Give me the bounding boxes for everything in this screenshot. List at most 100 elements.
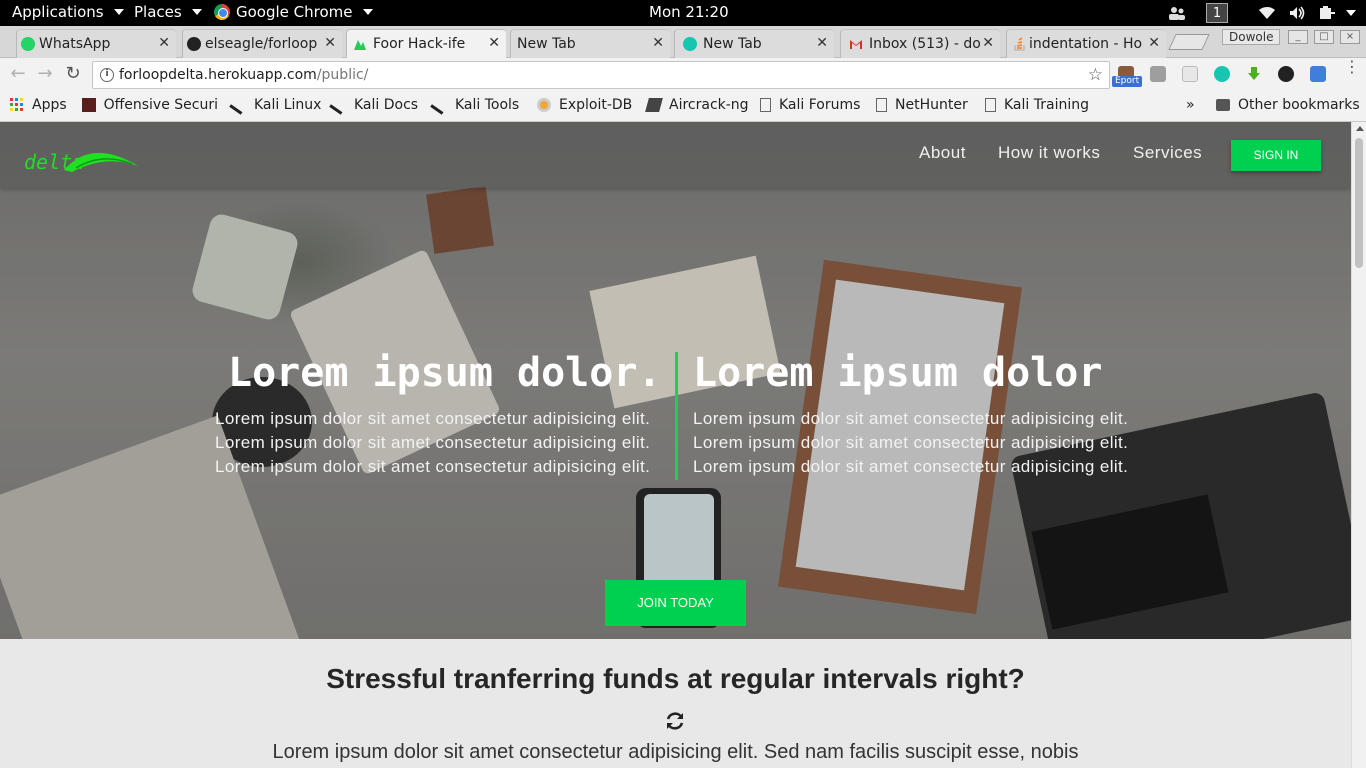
chrome-logo-icon — [214, 4, 230, 20]
bookmark-kali-tools[interactable]: Kali Tools — [430, 95, 520, 115]
sign-in-button[interactable]: SIGN IN — [1231, 140, 1321, 171]
extension-badge: Eport — [1112, 76, 1143, 87]
page-scrollbar[interactable] — [1351, 122, 1366, 768]
bookmark-offensive-security[interactable]: Offensive Securi — [82, 97, 218, 113]
bookmark-label: Other bookmarks — [1238, 97, 1360, 113]
extension-note-icon[interactable] — [1182, 66, 1198, 82]
bookmark-kali-training[interactable]: Kali Training — [985, 97, 1089, 113]
tab-label: Foor Hack-ife — [373, 36, 466, 52]
bookmark-nethunter[interactable]: NetHunter — [876, 97, 968, 113]
volume-icon[interactable] — [1288, 5, 1306, 21]
bookmark-aircrack[interactable]: Aircrack-ng — [645, 97, 749, 113]
reload-icon[interactable]: ↻ — [63, 64, 83, 84]
bookmarks-overflow-button[interactable]: » — [1186, 97, 1195, 113]
chevron-down-icon — [191, 9, 202, 15]
leaf-logo-icon[interactable] — [62, 144, 140, 174]
app-menu-label: Google Chrome — [236, 3, 353, 21]
wifi-icon[interactable] — [1258, 5, 1276, 21]
chevron-down-icon — [362, 9, 373, 15]
close-icon[interactable]: ✕ — [652, 35, 664, 51]
bookmark-label: Offensive Securi — [103, 97, 218, 113]
close-window-button[interactable]: × — [1340, 30, 1360, 44]
scroll-up-arrow-icon[interactable] — [1356, 126, 1364, 131]
gmail-icon — [850, 40, 862, 49]
tab-new-tab-1[interactable]: New Tab ✕ — [510, 29, 670, 58]
applications-menu[interactable]: Applications — [12, 3, 124, 21]
new-tab-button[interactable] — [1168, 34, 1210, 50]
bookmark-label: Kali Tools — [455, 97, 520, 113]
bookmark-label: Kali Forums — [779, 97, 861, 113]
tab-strip: WhatsApp ✕ elseagle/forloop ✕ Foor Hack-… — [0, 26, 1366, 58]
tab-whatsapp[interactable]: WhatsApp ✕ — [16, 29, 176, 58]
tab-label: Inbox (513) - do — [869, 36, 981, 52]
star-icon[interactable]: ☆ — [1088, 65, 1103, 85]
chevron-down-icon[interactable] — [1346, 10, 1356, 16]
close-icon[interactable]: ✕ — [1148, 35, 1160, 51]
applications-label: Applications — [12, 3, 104, 21]
hero-right-line-2: Lorem ipsum dolor sit amet consectetur a… — [693, 433, 1129, 452]
bookmark-kali-forums[interactable]: Kali Forums — [760, 97, 860, 113]
hero-left-line-3: Lorem ipsum dolor sit amet consectetur a… — [215, 457, 651, 476]
join-today-button[interactable]: JOIN TODAY — [605, 580, 746, 626]
hero-left-heading: Lorem ipsum dolor. — [228, 350, 662, 396]
hero-right-line-1: Lorem ipsum dolor sit amet consectetur a… — [693, 409, 1129, 428]
workspace-indicator[interactable]: 1 — [1206, 3, 1228, 23]
extension-gray-icon[interactable] — [1150, 66, 1166, 82]
close-icon[interactable]: ✕ — [488, 35, 500, 51]
extension-devtools-icon[interactable] — [1310, 66, 1326, 82]
chrome-menu-icon[interactable]: ⋮ — [1344, 59, 1360, 75]
places-menu[interactable]: Places — [134, 3, 202, 21]
sync-icon — [666, 712, 684, 730]
bookmark-exploit-db[interactable]: Exploit-DB — [537, 97, 632, 113]
folder-icon — [1216, 99, 1230, 111]
nav-about[interactable]: About — [919, 143, 966, 163]
nav-how-it-works[interactable]: How it works — [998, 143, 1100, 163]
hero-right-line-3: Lorem ipsum dolor sit amet consectetur a… — [693, 457, 1129, 476]
close-icon[interactable]: ✕ — [982, 35, 994, 51]
tab-label: New Tab — [703, 36, 762, 52]
back-arrow-icon[interactable]: ← — [8, 64, 28, 84]
page-icon — [760, 98, 771, 112]
address-bar[interactable]: i forloopdelta.herokuapp.com/public/ ☆ — [92, 61, 1110, 89]
bookmark-label: NetHunter — [895, 97, 968, 113]
features-section: Stressful tranferring funds at regular i… — [0, 639, 1351, 768]
other-bookmarks[interactable]: Other bookmarks — [1216, 97, 1360, 113]
close-icon[interactable]: ✕ — [324, 35, 336, 51]
tab-new-tab-2[interactable]: New Tab ✕ — [674, 29, 834, 58]
tab-foor-hack[interactable]: Foor Hack-ife ✕ — [346, 29, 506, 58]
bookmark-kali-docs[interactable]: Kali Docs — [329, 95, 419, 115]
tab-label: elseagle/forloop — [205, 36, 318, 52]
maximize-button[interactable]: □ — [1314, 30, 1334, 44]
extension-speeddial-icon[interactable] — [1214, 66, 1230, 82]
app-menu-chrome[interactable]: Google Chrome — [214, 3, 373, 21]
url-host: forloopdelta.herokuapp.com — [119, 67, 317, 83]
battery-icon[interactable] — [1318, 5, 1336, 21]
extension-record-icon[interactable] — [1278, 66, 1294, 82]
tab-github[interactable]: elseagle/forloop ✕ — [182, 29, 342, 58]
github-icon — [187, 37, 201, 51]
nav-services[interactable]: Services — [1133, 143, 1202, 163]
info-icon[interactable]: i — [100, 68, 114, 82]
users-icon[interactable] — [1168, 5, 1186, 21]
download-icon[interactable] — [1246, 66, 1262, 82]
leaf-icon — [354, 40, 366, 50]
minimize-button[interactable]: _ — [1288, 30, 1308, 44]
tab-label: New Tab — [517, 36, 576, 52]
bookmark-label: Kali Docs — [354, 97, 419, 113]
profile-button[interactable]: Dowole — [1222, 29, 1281, 45]
site-navbar: delta About How it works Services SIGN I… — [0, 122, 1351, 188]
hero-divider — [675, 352, 678, 480]
system-top-bar: Applications Places Google Chrome Mon 21… — [0, 0, 1366, 26]
bookmark-kali-linux[interactable]: Kali Linux — [229, 95, 321, 115]
bookmark-apps[interactable]: Apps — [10, 97, 67, 113]
tab-gmail[interactable]: Inbox (513) - do ✕ — [840, 29, 1000, 58]
tab-stackoverflow[interactable]: indentation - Ho ✕ — [1006, 29, 1166, 58]
kali-dragon-icon — [329, 95, 349, 115]
browser-toolbar: ← → ↻ i forloopdelta.herokuapp.com/publi… — [0, 58, 1366, 92]
clock[interactable]: Mon 21:20 — [649, 3, 729, 21]
scrollbar-thumb[interactable] — [1355, 138, 1363, 268]
close-icon[interactable]: ✕ — [158, 35, 170, 51]
close-icon[interactable]: ✕ — [816, 35, 828, 51]
forward-arrow-icon[interactable]: → — [35, 64, 55, 84]
bookmark-label: Kali Training — [1004, 97, 1089, 113]
